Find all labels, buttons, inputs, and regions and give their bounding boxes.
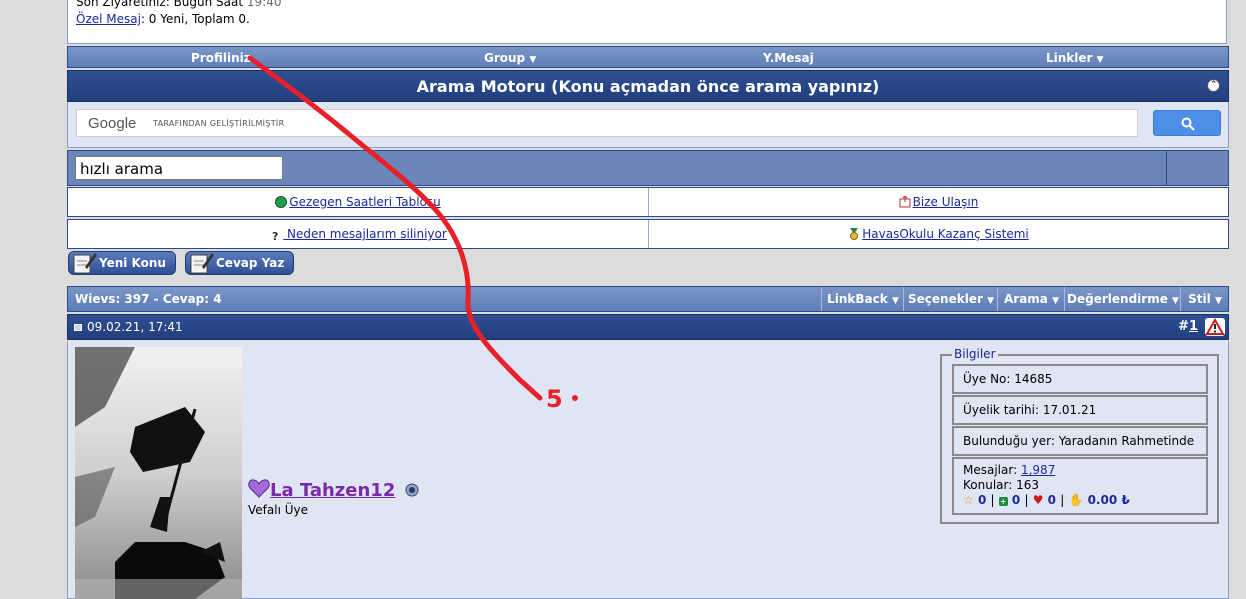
annotation-stroke (247, 55, 543, 401)
annotation-number: 5 (546, 385, 563, 413)
annotation-dot (572, 395, 578, 401)
